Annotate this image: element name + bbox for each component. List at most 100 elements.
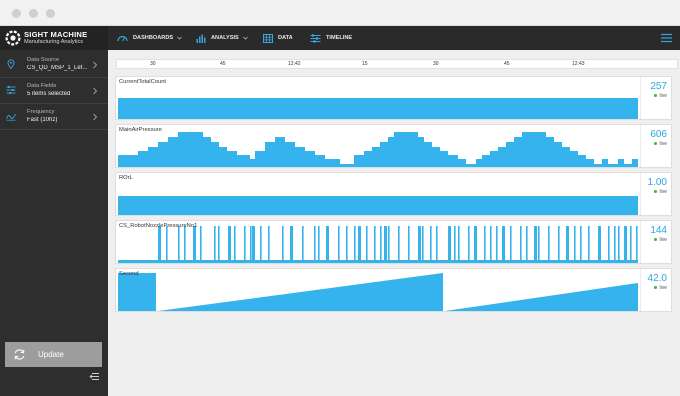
panel-divider	[640, 77, 641, 119]
panel-value: 606	[650, 129, 667, 140]
signal-pulse	[388, 226, 390, 263]
brand[interactable]: SIGHT MACHINE Manufacturing Analytics	[0, 26, 108, 50]
live-label: live	[659, 189, 667, 195]
bar-chart-icon	[196, 34, 206, 43]
time-tick: 15	[362, 61, 368, 67]
hamburger-menu-icon[interactable]	[661, 33, 672, 43]
signal-chart	[118, 98, 638, 119]
signal-pulse	[538, 226, 540, 263]
sidebar-item-label: Data Fields	[27, 83, 57, 89]
signal-pulse	[158, 226, 161, 263]
signal-pulse	[558, 226, 560, 263]
signal-pulse	[366, 226, 368, 263]
live-dot-icon	[654, 94, 658, 98]
app-header: SIGHT MACHINE Manufacturing Analytics DA…	[0, 26, 680, 50]
signal-pulse	[200, 226, 202, 263]
live-label: live	[659, 285, 667, 291]
nav-timeline[interactable]: TIMELINE	[310, 26, 352, 50]
nav-data[interactable]: DATA	[263, 26, 293, 50]
window-zoom-dot[interactable]	[46, 9, 55, 18]
live-indicator: live	[654, 189, 667, 195]
signal-pulse	[250, 226, 252, 263]
time-axis[interactable]: 30 45 12:42 15 30 45 12:43	[116, 59, 678, 69]
sidebar-item-value: CS_QD_MSP_1_Lef...	[27, 65, 88, 71]
window-minimize-dot[interactable]	[29, 9, 38, 18]
live-indicator: live	[654, 285, 667, 291]
sidebar-item-value: 5 items selected	[27, 91, 71, 97]
signal-pulse	[260, 226, 262, 263]
chart-panel[interactable]: CS_RobotNozzlePressureNo1 144 live	[115, 220, 672, 264]
signal-pulse	[502, 226, 505, 263]
signal-pulse	[474, 226, 477, 263]
live-dot-icon	[654, 238, 658, 242]
sidebar-item-label: Frequency	[27, 109, 55, 115]
signal-pulse	[614, 226, 616, 263]
live-label: live	[659, 237, 667, 243]
live-indicator: live	[654, 237, 667, 243]
signal-pulse	[454, 226, 456, 263]
update-button[interactable]: Update	[5, 342, 102, 367]
time-tick: 30	[150, 61, 156, 67]
signal-pulse	[458, 226, 460, 263]
signal-pulse	[358, 226, 361, 263]
signal-pulse	[598, 226, 601, 263]
table-icon	[263, 33, 273, 43]
signal-pulse	[268, 226, 270, 263]
chart-panel[interactable]: Second 42.0 live	[115, 268, 672, 312]
signal-baseline	[118, 260, 638, 263]
panel-title: MainAirPressure	[119, 127, 162, 133]
nav-analysis-label: ANALYSIS	[211, 35, 239, 41]
panel-title: CS_RobotNozzlePressureNo1	[119, 223, 198, 229]
chart-panel[interactable]: MainAirPressure 606 live	[115, 124, 672, 168]
time-tick: 30	[433, 61, 439, 67]
signal-chart	[118, 132, 638, 167]
signal-pulse	[384, 226, 387, 263]
chevron-right-icon	[93, 87, 98, 95]
time-tick: 12:43	[572, 61, 585, 67]
signal-pulse	[636, 226, 638, 263]
signal-pulse	[484, 226, 486, 263]
panel-value: 1.00	[647, 177, 667, 188]
sidebar-item-data-source[interactable]: Data Source CS_QD_MSP_1_Lef...	[0, 52, 108, 78]
live-label: live	[659, 141, 667, 147]
nav-dashboards[interactable]: DASHBOARDS	[117, 26, 182, 50]
timeline-icon	[310, 33, 321, 43]
nav-dashboards-label: DASHBOARDS	[133, 35, 174, 41]
chart-panel[interactable]: CurrentTotalCount 257 live	[115, 76, 672, 120]
signal-pulse	[418, 226, 421, 263]
panel-value: 42.0	[647, 273, 667, 284]
signal-pulse	[436, 226, 438, 263]
brand-tagline: Manufacturing Analytics	[24, 39, 84, 45]
signal-pulse	[580, 226, 582, 263]
main-content: 30 45 12:42 15 30 45 12:43 CurrentTotalC…	[108, 50, 680, 396]
sidebar-item-data-fields[interactable]: Data Fields 5 items selected	[0, 78, 108, 104]
pin-icon	[7, 59, 15, 69]
nav-analysis[interactable]: ANALYSIS	[196, 26, 248, 50]
time-tick: 45	[504, 61, 510, 67]
window-close-dot[interactable]	[12, 9, 21, 18]
chart-panel[interactable]: ROrL 1.00 live	[115, 172, 672, 216]
signal-pulse	[290, 226, 293, 263]
signal-pulse	[314, 226, 316, 263]
sidebar-item-value: Fast (10hz)	[27, 117, 58, 123]
time-tick: 45	[220, 61, 226, 67]
signal-pulse	[630, 226, 632, 263]
signal-pulse	[166, 226, 168, 263]
panel-divider	[640, 125, 641, 167]
sidebar-item-frequency[interactable]: Frequency Fast (10hz)	[0, 104, 108, 130]
signal-pulse	[326, 226, 329, 263]
refresh-icon	[14, 349, 25, 360]
signal-pulse	[624, 226, 627, 263]
signal-pulse	[374, 226, 376, 263]
fields-icon	[6, 86, 16, 94]
signal-pulse	[302, 226, 304, 263]
panel-value: 144	[650, 225, 667, 236]
signal-pulse	[398, 226, 400, 263]
signal-pulse	[448, 226, 451, 263]
signal-pulse	[526, 226, 528, 263]
signal-chart	[118, 226, 638, 263]
collapse-sidebar-icon[interactable]	[89, 372, 99, 381]
signal-pulse	[510, 226, 512, 263]
signal-pulse	[408, 226, 410, 263]
signal-fill	[118, 196, 638, 215]
